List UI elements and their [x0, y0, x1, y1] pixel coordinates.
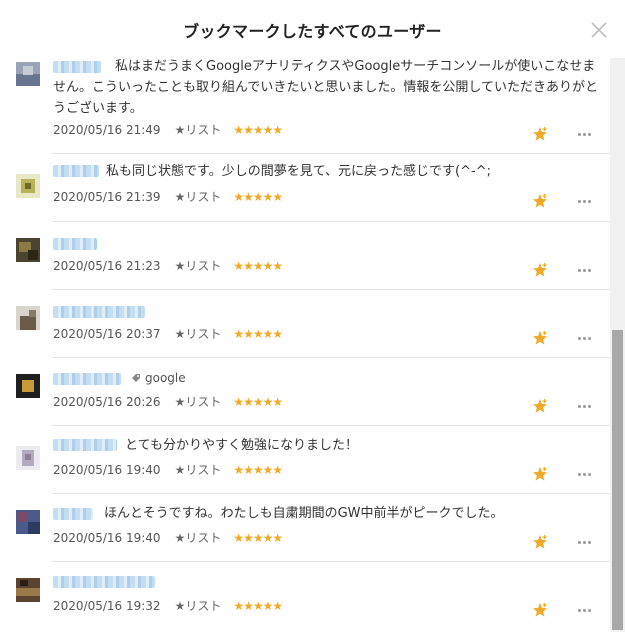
entry-meta: 2020/05/16 19:40 ★リスト ★★★★★	[53, 461, 283, 478]
comment-text: 私も同じ状態です。少しの間夢を見て、元に戻った感じです(^-^;	[106, 164, 491, 179]
add-to-list-link[interactable]: ★リスト	[175, 597, 222, 614]
avatar[interactable]	[16, 374, 40, 398]
entry-meta: 2020/05/16 21:49 ★リスト ★★★★★	[53, 121, 283, 138]
add-star-button[interactable]	[532, 534, 548, 550]
list-item: とても分かりやすく勉強になりました！ 2020/05/16 19:40 ★リスト…	[0, 426, 610, 494]
username-link[interactable]	[53, 576, 155, 588]
star-icon	[533, 331, 547, 345]
timestamp[interactable]: 2020/05/16 20:37	[53, 327, 161, 341]
star-rating: ★★★★★	[233, 462, 283, 477]
add-to-list-link[interactable]: ★リスト	[175, 529, 222, 546]
bookmark-list: 私はまだうまくGoogleアナリティクスやGoogleサーチコンソールが使いこな…	[0, 58, 610, 632]
add-to-list-link[interactable]: ★リスト	[175, 257, 222, 274]
username-link[interactable]	[53, 306, 145, 318]
comment-text: ほんとそうですね。わたしも自粛期間のGW中前半がピークでした。	[104, 506, 504, 521]
list-item: ほんとそうですね。わたしも自粛期間のGW中前半がピークでした。 2020/05/…	[0, 494, 610, 562]
star-rating: ★★★★★	[233, 394, 283, 409]
timestamp[interactable]: 2020/05/16 21:49	[53, 123, 161, 137]
avatar[interactable]	[16, 174, 40, 198]
star-icon	[533, 603, 547, 617]
star-rating: ★★★★★	[233, 598, 283, 613]
tag-label: google	[145, 371, 186, 385]
modal-title: ブックマークしたすべてのユーザー	[183, 22, 442, 41]
username-link[interactable]	[53, 508, 93, 520]
add-star-button[interactable]	[532, 126, 548, 142]
entry-meta: 2020/05/16 21:39 ★リスト ★★★★★	[53, 188, 283, 205]
timestamp[interactable]: 2020/05/16 20:26	[53, 395, 161, 409]
add-to-list-link[interactable]: ★リスト	[175, 325, 222, 342]
more-options-button[interactable]	[578, 200, 592, 204]
scrollbar[interactable]	[610, 58, 625, 632]
add-star-button[interactable]	[532, 262, 548, 278]
star-icon	[533, 127, 547, 141]
add-star-button[interactable]	[532, 193, 548, 209]
add-to-list-link[interactable]: ★リスト	[175, 393, 222, 410]
username-link[interactable]	[53, 165, 99, 177]
timestamp[interactable]: 2020/05/16 19:40	[53, 463, 161, 477]
add-star-button[interactable]	[532, 602, 548, 618]
more-options-button[interactable]	[578, 337, 592, 341]
star-rating: ★★★★★	[233, 189, 283, 204]
tag-link[interactable]: google	[131, 371, 186, 385]
bookmark-users-modal: ブックマークしたすべてのユーザー 私はまだうまくGoogleアナリティクスやGo…	[0, 0, 625, 632]
star-icon	[533, 399, 547, 413]
username-link[interactable]	[53, 238, 97, 250]
avatar[interactable]	[16, 510, 40, 534]
avatar[interactable]	[16, 306, 40, 330]
list-item: 2020/05/16 21:23 ★リスト ★★★★★	[0, 222, 610, 290]
comment-text: とても分かりやすく勉強になりました！	[125, 438, 358, 453]
more-options-button[interactable]	[578, 609, 592, 613]
close-icon	[591, 22, 607, 38]
star-icon	[533, 467, 547, 481]
star-rating: ★★★★★	[233, 122, 283, 137]
star-icon	[533, 535, 547, 549]
more-options-button[interactable]	[578, 473, 592, 477]
add-to-list-link[interactable]: ★リスト	[175, 121, 222, 138]
add-star-button[interactable]	[532, 398, 548, 414]
more-options-button[interactable]	[578, 541, 592, 545]
username-link[interactable]	[53, 373, 121, 385]
list-item: 2020/05/16 19:32 ★リスト ★★★★★	[0, 562, 610, 630]
comment-text: 私はまだうまくGoogleアナリティクスやGoogleサーチコンソールが使いこな…	[53, 59, 598, 116]
star-icon	[533, 194, 547, 208]
more-options-button[interactable]	[578, 133, 592, 137]
entry-meta: 2020/05/16 20:37 ★リスト ★★★★★	[53, 325, 283, 342]
add-to-list-link[interactable]: ★リスト	[175, 461, 222, 478]
close-button[interactable]	[589, 20, 609, 40]
timestamp[interactable]: 2020/05/16 21:39	[53, 190, 161, 204]
avatar[interactable]	[16, 62, 40, 86]
timestamp[interactable]: 2020/05/16 19:32	[53, 599, 161, 613]
avatar[interactable]	[16, 446, 40, 470]
entry-meta: 2020/05/16 20:26 ★リスト ★★★★★	[53, 393, 283, 410]
list-item: 私も同じ状態です。少しの間夢を見て、元に戻った感じです(^-^; 2020/05…	[0, 154, 610, 222]
scrollbar-thumb[interactable]	[612, 330, 623, 630]
list-item: 私はまだうまくGoogleアナリティクスやGoogleサーチコンソールが使いこな…	[0, 58, 610, 154]
list-item: google 2020/05/16 20:26 ★リスト ★★★★★	[0, 358, 610, 426]
star-rating: ★★★★★	[233, 530, 283, 545]
timestamp[interactable]: 2020/05/16 21:23	[53, 259, 161, 273]
more-options-button[interactable]	[578, 405, 592, 409]
more-options-button[interactable]	[578, 269, 592, 273]
tag-icon	[132, 374, 140, 382]
star-rating: ★★★★★	[233, 326, 283, 341]
username-link[interactable]	[53, 439, 117, 451]
avatar[interactable]	[16, 238, 40, 262]
timestamp[interactable]: 2020/05/16 19:40	[53, 531, 161, 545]
entry-meta: 2020/05/16 21:23 ★リスト ★★★★★	[53, 257, 283, 274]
add-to-list-link[interactable]: ★リスト	[175, 188, 222, 205]
avatar[interactable]	[16, 578, 40, 602]
add-star-button[interactable]	[532, 466, 548, 482]
add-star-button[interactable]	[532, 330, 548, 346]
star-icon	[533, 263, 547, 277]
list-item: 2020/05/16 20:37 ★リスト ★★★★★	[0, 290, 610, 358]
entry-meta: 2020/05/16 19:32 ★リスト ★★★★★	[53, 597, 283, 614]
star-rating: ★★★★★	[233, 258, 283, 273]
modal-header: ブックマークしたすべてのユーザー	[0, 0, 625, 58]
entry-meta: 2020/05/16 19:40 ★リスト ★★★★★	[53, 529, 283, 546]
